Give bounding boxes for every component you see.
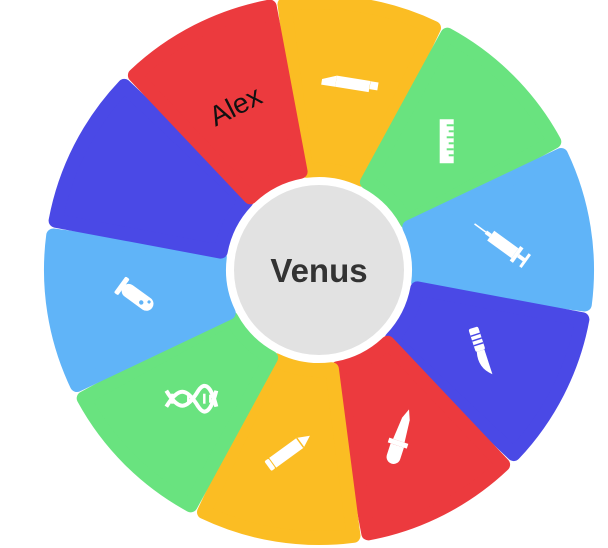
radial-menu-wheel: Alex Venus xyxy=(43,0,595,546)
center-hub-label: Venus xyxy=(270,252,367,289)
ruler-icon xyxy=(439,119,454,164)
radial-menu: Alex Venus xyxy=(0,0,608,548)
